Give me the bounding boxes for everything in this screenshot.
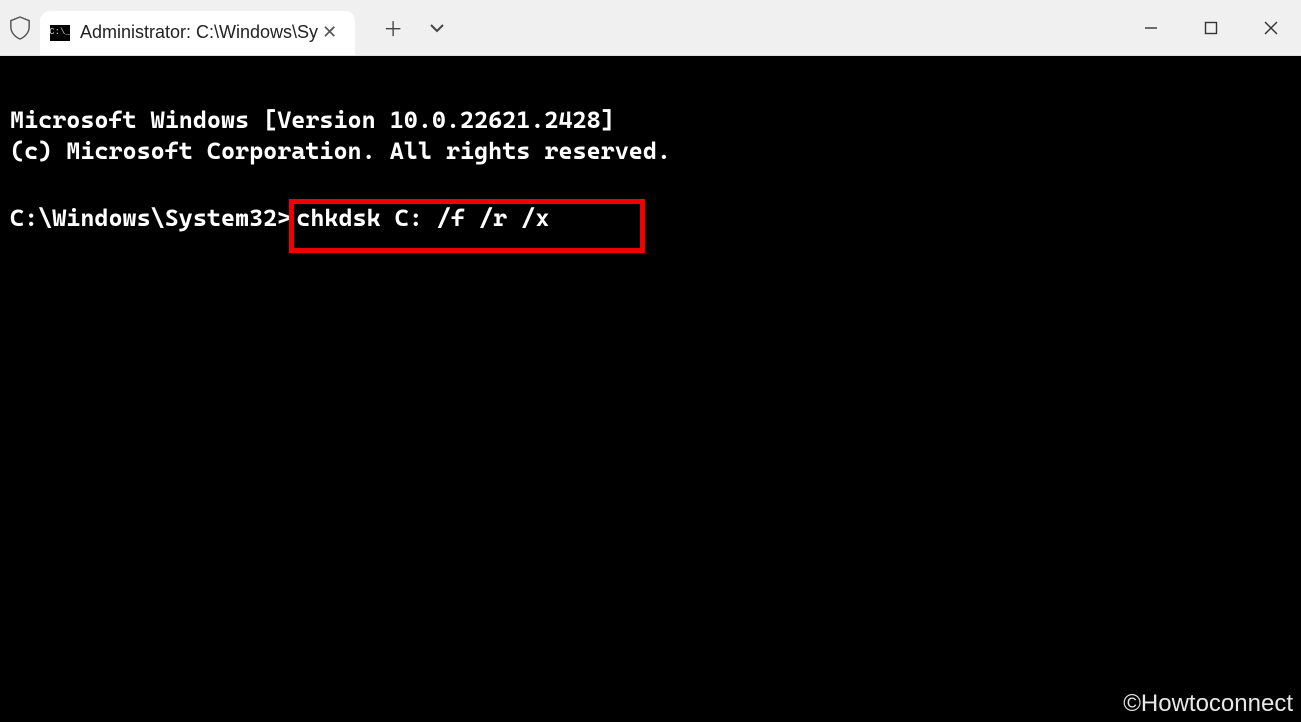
terminal-output[interactable]: Microsoft Windows [Version 10.0.22621.24… — [0, 56, 1301, 722]
close-tab-button[interactable]: ✕ — [318, 20, 341, 45]
tab-title: Administrator: C:\Windows\Sy — [80, 22, 318, 43]
tab-bar: C:\_ Administrator: C:\Windows\Sy ✕ ＋ — [0, 0, 1301, 56]
output-line-version: Microsoft Windows [Version 10.0.22621.24… — [10, 106, 615, 134]
output-line-copyright: (c) Microsoft Corporation. All rights re… — [10, 137, 671, 165]
new-tab-button[interactable]: ＋ — [383, 13, 403, 42]
shield-icon — [0, 16, 40, 40]
typed-command: chkdsk C: /f /r /x — [296, 204, 549, 232]
prompt-text: C:\Windows\System32> — [10, 204, 291, 232]
tab-dropdown-button[interactable] — [429, 21, 445, 35]
maximize-button[interactable] — [1181, 0, 1241, 55]
command-highlight: chkdsk C: /f /r /x — [289, 199, 645, 253]
active-tab[interactable]: C:\_ Administrator: C:\Windows\Sy ✕ — [40, 11, 355, 55]
minimize-button[interactable] — [1121, 0, 1181, 55]
watermark-text: ©Howtoconnect — [1123, 688, 1293, 719]
window-controls — [1121, 0, 1301, 55]
cmd-icon: C:\_ — [50, 25, 70, 41]
close-window-button[interactable] — [1241, 0, 1301, 55]
